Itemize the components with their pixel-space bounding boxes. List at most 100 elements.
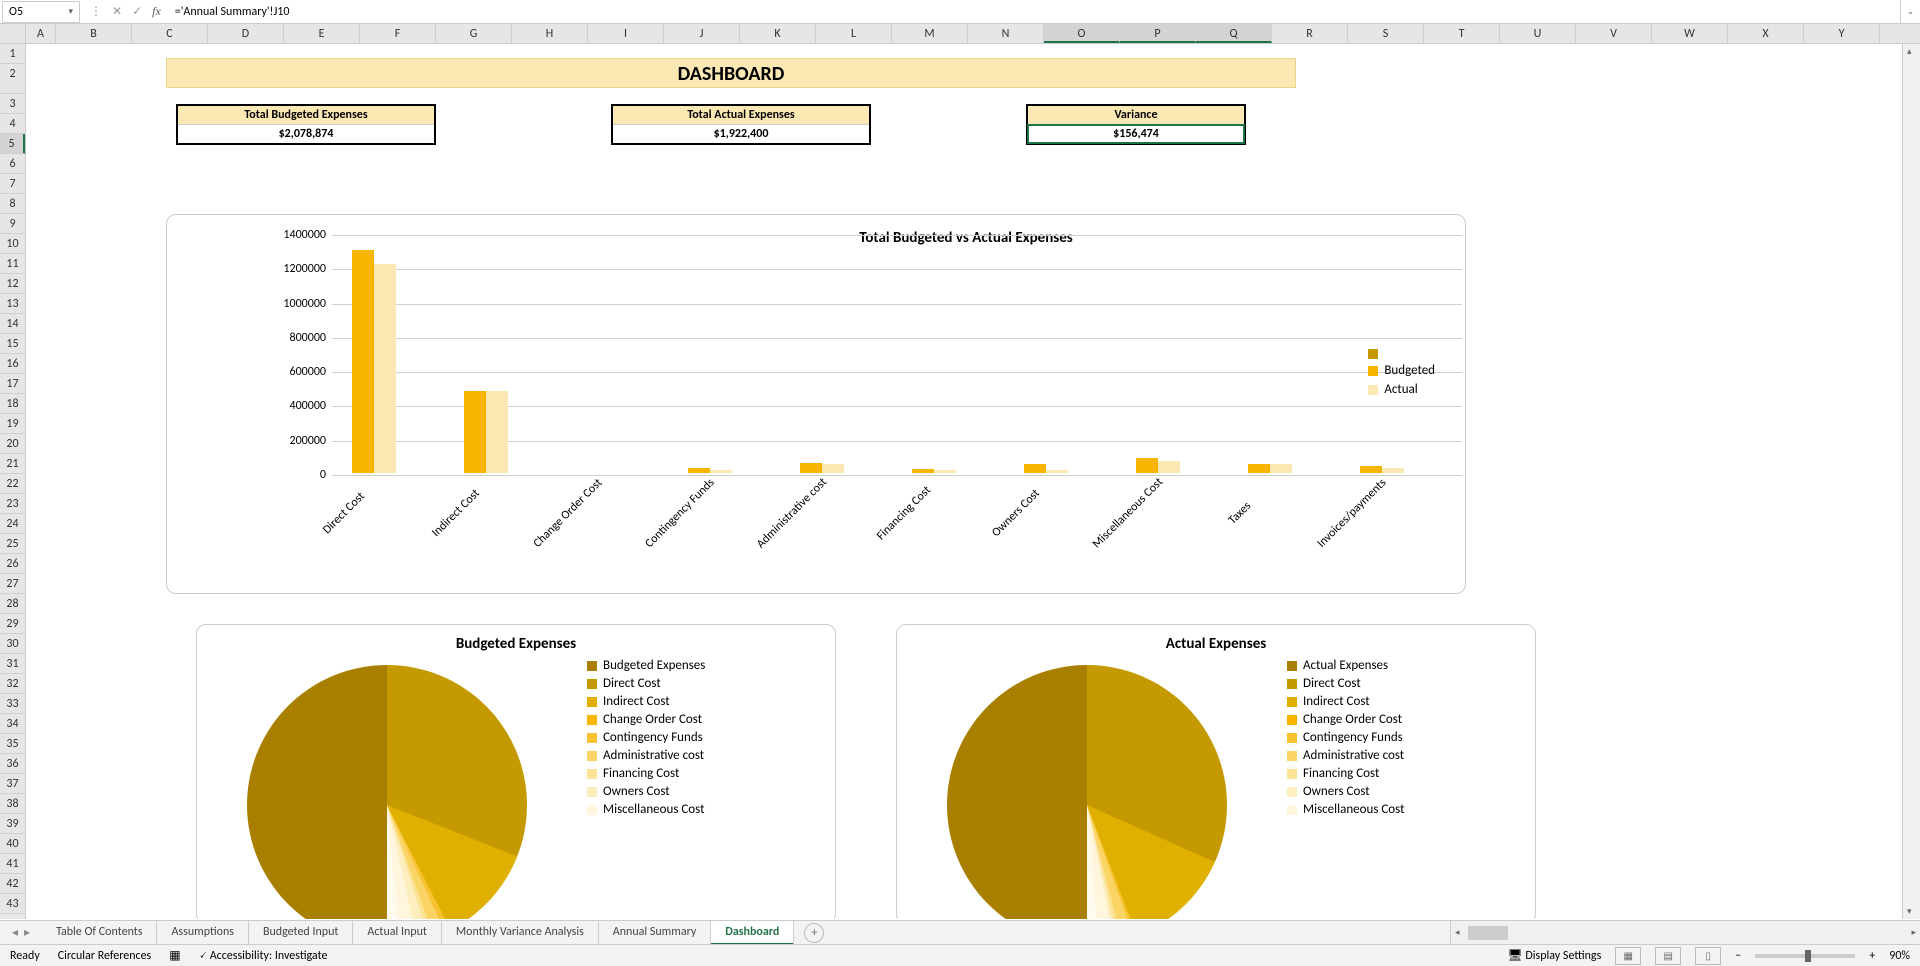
column-header-V[interactable]: V bbox=[1576, 24, 1652, 43]
column-header-Y[interactable]: Y bbox=[1804, 24, 1880, 43]
column-header-T[interactable]: T bbox=[1424, 24, 1500, 43]
column-header-U[interactable]: U bbox=[1500, 24, 1576, 43]
pie-chart-actual[interactable]: Actual Expenses Actual ExpensesDirect Co… bbox=[896, 624, 1536, 919]
zoom-slider[interactable] bbox=[1755, 954, 1855, 958]
column-header-L[interactable]: L bbox=[816, 24, 892, 43]
column-header-C[interactable]: C bbox=[132, 24, 208, 43]
row-header-42[interactable]: 42 bbox=[0, 874, 25, 894]
check-icon[interactable]: ✓ bbox=[132, 4, 142, 19]
sheet-tab-monthly-variance-analysis[interactable]: Monthly Variance Analysis bbox=[442, 921, 599, 945]
column-header-R[interactable]: R bbox=[1272, 24, 1348, 43]
spreadsheet-canvas[interactable]: DASHBOARD Total Budgeted Expenses $2,078… bbox=[26, 44, 1902, 919]
row-header-37[interactable]: 37 bbox=[0, 774, 25, 794]
row-header-29[interactable]: 29 bbox=[0, 614, 25, 634]
pie-chart-budgeted[interactable]: Budgeted Expenses Budgeted ExpensesDirec… bbox=[196, 624, 836, 919]
row-header-7[interactable]: 7 bbox=[0, 174, 25, 194]
row-header-11[interactable]: 11 bbox=[0, 254, 25, 274]
column-header-W[interactable]: W bbox=[1652, 24, 1728, 43]
column-header-G[interactable]: G bbox=[436, 24, 512, 43]
column-header-S[interactable]: S bbox=[1348, 24, 1424, 43]
row-header-5[interactable]: 5 bbox=[0, 134, 25, 154]
column-header-H[interactable]: H bbox=[512, 24, 588, 43]
view-normal-icon[interactable]: ▦ bbox=[1615, 947, 1641, 965]
row-header-16[interactable]: 16 bbox=[0, 354, 25, 374]
bar-chart[interactable]: Total Budgeted vs Actual Expenses 020000… bbox=[166, 214, 1466, 594]
name-box[interactable]: O5 ▾ bbox=[2, 1, 80, 23]
row-header-9[interactable]: 9 bbox=[0, 214, 25, 234]
column-header-P[interactable]: P bbox=[1120, 24, 1196, 43]
row-header-41[interactable]: 41 bbox=[0, 854, 25, 874]
row-header-40[interactable]: 40 bbox=[0, 834, 25, 854]
row-header-35[interactable]: 35 bbox=[0, 734, 25, 754]
horizontal-scrollbar[interactable] bbox=[1450, 921, 1920, 944]
row-header-28[interactable]: 28 bbox=[0, 594, 25, 614]
column-header-B[interactable]: B bbox=[56, 24, 132, 43]
row-header-31[interactable]: 31 bbox=[0, 654, 25, 674]
sheet-tab-actual-input[interactable]: Actual Input bbox=[353, 921, 442, 945]
sheet-tab-annual-summary[interactable]: Annual Summary bbox=[599, 921, 711, 945]
row-header-39[interactable]: 39 bbox=[0, 814, 25, 834]
column-header-Q[interactable]: Q bbox=[1196, 24, 1272, 43]
column-header-K[interactable]: K bbox=[740, 24, 816, 43]
row-header-10[interactable]: 10 bbox=[0, 234, 25, 254]
select-all-corner[interactable] bbox=[0, 24, 26, 43]
row-header-8[interactable]: 8 bbox=[0, 194, 25, 214]
column-header-M[interactable]: M bbox=[892, 24, 968, 43]
dropdown-icon[interactable]: ⋮ bbox=[90, 4, 102, 19]
row-header-6[interactable]: 6 bbox=[0, 154, 25, 174]
metric-variance[interactable]: Variance $156,474 bbox=[1026, 104, 1246, 145]
column-header-X[interactable]: X bbox=[1728, 24, 1804, 43]
column-header-F[interactable]: F bbox=[360, 24, 436, 43]
view-page-layout-icon[interactable]: ▤ bbox=[1655, 947, 1681, 965]
row-header-13[interactable]: 13 bbox=[0, 294, 25, 314]
column-header-N[interactable]: N bbox=[968, 24, 1044, 43]
sheet-tab-assumptions[interactable]: Assumptions bbox=[157, 921, 248, 945]
row-header-25[interactable]: 25 bbox=[0, 534, 25, 554]
row-header-22[interactable]: 22 bbox=[0, 474, 25, 494]
display-settings[interactable]: 🖥 Display Settings bbox=[1507, 948, 1601, 963]
view-page-break-icon[interactable]: ▯ bbox=[1695, 947, 1721, 965]
row-header-36[interactable]: 36 bbox=[0, 754, 25, 774]
add-sheet-button[interactable]: + bbox=[804, 923, 824, 943]
zoom-level[interactable]: 90% bbox=[1889, 949, 1910, 963]
column-header-J[interactable]: J bbox=[664, 24, 740, 43]
fx-icon[interactable]: fx bbox=[152, 4, 161, 19]
vertical-scrollbar[interactable] bbox=[1902, 44, 1920, 919]
row-header-15[interactable]: 15 bbox=[0, 334, 25, 354]
row-header-38[interactable]: 38 bbox=[0, 794, 25, 814]
formula-input[interactable]: ='Annual Summary'!J10 bbox=[169, 5, 1900, 19]
row-header-4[interactable]: 4 bbox=[0, 114, 25, 134]
row-header-2[interactable]: 2 bbox=[0, 64, 25, 94]
formula-bar-expand[interactable]: ⌄ bbox=[1900, 0, 1920, 23]
row-header-17[interactable]: 17 bbox=[0, 374, 25, 394]
row-header-12[interactable]: 12 bbox=[0, 274, 25, 294]
column-header-D[interactable]: D bbox=[208, 24, 284, 43]
row-header-18[interactable]: 18 bbox=[0, 394, 25, 414]
sheet-tab-table-of-contents[interactable]: Table Of Contents bbox=[42, 921, 157, 945]
sheet-tab-dashboard[interactable]: Dashboard bbox=[711, 921, 794, 945]
tab-prev-icon[interactable]: ◂ bbox=[12, 925, 18, 940]
row-header-1[interactable]: 1 bbox=[0, 44, 25, 64]
row-header-43[interactable]: 43 bbox=[0, 894, 25, 914]
macro-record-icon[interactable]: ▦ bbox=[169, 948, 180, 963]
accessibility-status[interactable]: 🗸 Accessibility: Investigate bbox=[199, 949, 328, 963]
row-header-30[interactable]: 30 bbox=[0, 634, 25, 654]
zoom-plus[interactable]: + bbox=[1869, 949, 1875, 963]
row-header-21[interactable]: 21 bbox=[0, 454, 25, 474]
row-header-33[interactable]: 33 bbox=[0, 694, 25, 714]
column-header-E[interactable]: E bbox=[284, 24, 360, 43]
chevron-down-icon[interactable]: ▾ bbox=[68, 6, 73, 17]
column-header-O[interactable]: O bbox=[1044, 24, 1120, 43]
tab-next-icon[interactable]: ▸ bbox=[24, 925, 30, 940]
row-header-26[interactable]: 26 bbox=[0, 554, 25, 574]
row-header-19[interactable]: 19 bbox=[0, 414, 25, 434]
cancel-icon[interactable]: ✕ bbox=[112, 4, 122, 19]
row-header-20[interactable]: 20 bbox=[0, 434, 25, 454]
column-header-A[interactable]: A bbox=[26, 24, 56, 43]
row-header-23[interactable]: 23 bbox=[0, 494, 25, 514]
row-header-32[interactable]: 32 bbox=[0, 674, 25, 694]
zoom-minus[interactable]: − bbox=[1735, 949, 1741, 963]
row-header-14[interactable]: 14 bbox=[0, 314, 25, 334]
sheet-tab-budgeted-input[interactable]: Budgeted Input bbox=[249, 921, 353, 945]
column-header-I[interactable]: I bbox=[588, 24, 664, 43]
